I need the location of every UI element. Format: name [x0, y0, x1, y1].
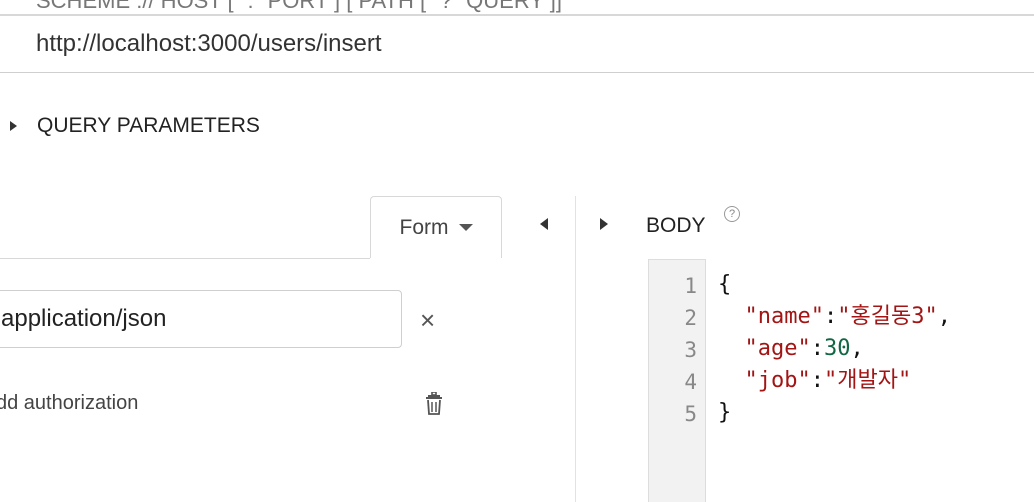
code-line: "name":"홍길동3",: [744, 304, 951, 329]
help-icon[interactable]: ?: [724, 206, 740, 222]
header-value-input[interactable]: [0, 290, 402, 348]
expand-right-icon[interactable]: [600, 218, 608, 230]
line-number: 1: [684, 274, 697, 298]
expand-right-icon: [10, 121, 17, 131]
url-input[interactable]: http://localhost:3000/users/insert: [36, 30, 382, 58]
form-dropdown-button[interactable]: Form: [370, 196, 502, 258]
code-line: "job":"개발자": [744, 368, 912, 393]
form-dropdown-label: Form: [399, 215, 449, 239]
divider: [0, 14, 1034, 16]
close-icon[interactable]: ×: [420, 305, 435, 335]
body-code-editor[interactable]: 1 2 3 4 5 { "name":"홍길동3", "age":30, "jo…: [648, 259, 1034, 502]
code-line: {: [718, 272, 732, 297]
line-number: 2: [684, 306, 697, 330]
code-content[interactable]: { "name":"홍길동3", "age":30, "job":"개발자" }: [718, 269, 951, 429]
code-line: "age":30,: [744, 336, 864, 361]
add-authorization-label[interactable]: dd authorization: [0, 392, 138, 415]
line-number: 5: [684, 402, 697, 426]
panel-splitter[interactable]: [575, 196, 576, 502]
caret-down-icon: [458, 224, 473, 231]
line-number-gutter: 1 2 3 4 5: [648, 259, 706, 502]
tab-divider: [0, 258, 370, 259]
code-line: }: [718, 400, 732, 425]
divider: [0, 72, 1034, 73]
trash-icon[interactable]: [424, 391, 444, 421]
query-parameters-label: QUERY PARAMETERS: [37, 114, 260, 137]
collapse-left-icon[interactable]: [540, 218, 548, 230]
line-number: 3: [684, 338, 697, 362]
url-template-hint: SCHEME :// HOST [ ":" PORT ] [ PATH [ "?…: [36, 0, 562, 13]
query-parameters-toggle[interactable]: QUERY PARAMETERS: [10, 112, 260, 140]
body-label: BODY: [646, 214, 706, 237]
line-number: 4: [684, 370, 697, 394]
